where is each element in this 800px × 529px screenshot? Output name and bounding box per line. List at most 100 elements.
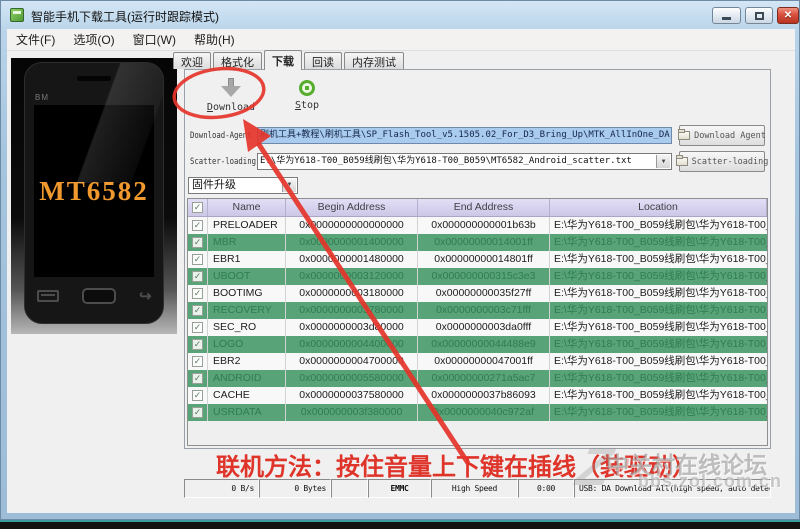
download-button[interactable]: Download xyxy=(199,78,263,113)
end-address: 0x000000000001b63b xyxy=(418,217,550,234)
table-row[interactable]: ✓ USRDATA 0x000000003f380000 0x000000004… xyxy=(188,404,767,421)
menu-file[interactable]: 文件(F) xyxy=(7,29,64,50)
table-row[interactable]: ✓ ANDROID 0x0000000005580000 0x000000002… xyxy=(188,370,767,387)
partition-location: E:\华为Y618-T00_B059线刷包\华为Y618-T00_B059\pr… xyxy=(554,219,767,231)
row-checkbox[interactable]: ✓ xyxy=(192,271,203,282)
column-header-name[interactable]: Name xyxy=(208,199,286,216)
tab-download[interactable]: 下载 xyxy=(264,50,302,70)
end-address: 0x00000000014001ff xyxy=(418,234,550,251)
download-arrow-icon xyxy=(221,78,241,98)
download-agent-button[interactable]: Download Agent xyxy=(678,125,766,146)
table-row[interactable]: ✓ SEC_RO 0x0000000003d80000 0x0000000003… xyxy=(188,319,767,336)
begin-address: 0x0000000003780000 xyxy=(286,302,418,319)
firmware-upgrade-value: 固件升级 xyxy=(192,179,236,191)
back-key-icon: ↩ xyxy=(138,288,152,305)
column-header-location[interactable]: Location xyxy=(550,199,767,216)
partition-table: ✓ Name Begin Address End Address Locatio… xyxy=(187,198,768,446)
begin-address: 0x0000000003120000 xyxy=(286,268,418,285)
end-address: 0x0000000003c71fff xyxy=(418,302,550,319)
end-address: 0x00000000271a5ac7 xyxy=(418,370,550,387)
begin-address: 0x0000000003180000 xyxy=(286,285,418,302)
end-address: 0x00000000014801ff xyxy=(418,251,550,268)
table-row[interactable]: ✓ LOGO 0x0000000004400000 0x000000000444… xyxy=(188,336,767,353)
menu-options[interactable]: 选项(O) xyxy=(64,29,123,50)
chevron-down-icon[interactable]: ▼ xyxy=(656,155,670,168)
begin-address: 0x0000000037580000 xyxy=(286,387,418,404)
row-checkbox[interactable]: ✓ xyxy=(192,254,203,265)
end-address: 0x0000000040c972af xyxy=(418,404,550,421)
partition-name: PRELOADER xyxy=(208,217,286,234)
table-row[interactable]: ✓ CACHE 0x0000000037580000 0x0000000037b… xyxy=(188,387,767,404)
row-checkbox[interactable]: ✓ xyxy=(192,390,203,401)
partition-location: E:\华为Y618-T00_B059线刷包\华为Y618-T00_B059\EB… xyxy=(554,253,767,265)
partition-location: E:\华为Y618-T00_B059线刷包\华为Y618-T00_B059\se… xyxy=(554,321,767,333)
home-key-icon xyxy=(81,288,116,304)
partition-name: BOOTIMG xyxy=(208,285,286,302)
select-all-checkbox[interactable]: ✓ xyxy=(188,199,208,216)
column-header-begin[interactable]: Begin Address xyxy=(286,199,418,216)
maximize-button[interactable] xyxy=(745,7,773,24)
end-address: 0x00000000047001ff xyxy=(418,353,550,370)
column-header-end[interactable]: End Address xyxy=(418,199,550,216)
close-button[interactable]: ✕ xyxy=(777,7,799,24)
row-checkbox[interactable]: ✓ xyxy=(192,407,203,418)
table-row[interactable]: ✓ BOOTIMG 0x0000000003180000 0x000000000… xyxy=(188,285,767,302)
row-checkbox[interactable]: ✓ xyxy=(192,220,203,231)
menu-help[interactable]: 帮助(H) xyxy=(185,29,244,50)
phone-body: BM MT6582 ↩ xyxy=(24,62,164,324)
table-row[interactable]: ✓ MBR 0x0000000001400000 0x0000000001400… xyxy=(188,234,767,251)
table-row[interactable]: ✓ UBOOT 0x0000000003120000 0x00000000031… xyxy=(188,268,767,285)
menu-window[interactable]: 窗口(W) xyxy=(124,29,185,50)
row-checkbox[interactable]: ✓ xyxy=(192,322,203,333)
row-checkbox[interactable]: ✓ xyxy=(192,356,203,367)
table-row[interactable]: ✓ RECOVERY 0x0000000003780000 0x00000000… xyxy=(188,302,767,319)
phone-gloss xyxy=(25,63,163,183)
download-button-label: Download xyxy=(206,102,256,113)
partition-location: E:\华为Y618-T00_B059线刷包\华为Y618-T00_B059\MB… xyxy=(554,236,767,248)
end-address: 0x00000000035f27ff xyxy=(418,285,550,302)
scatter-file-path: E:\华为Y618-T00_B059线刷包\华为Y618-T00_B059\MT… xyxy=(260,156,632,166)
partition-name: ANDROID xyxy=(208,370,286,387)
partition-location: E:\华为Y618-T00_B059线刷包\华为Y618-T00_B059\EB… xyxy=(554,355,767,367)
download-agent-field[interactable]: 刷机工具+教程\刷机工具\SP_Flash_Tool_v5.1505.02_Fo… xyxy=(257,127,672,144)
tab-bar: 欢迎 格式化 下载 回读 内存测试 xyxy=(173,50,406,70)
begin-address: 0x0000000004700000 xyxy=(286,353,418,370)
firmware-upgrade-select[interactable]: 固件升级 ▼ xyxy=(188,177,298,194)
tab-memory-test[interactable]: 内存测试 xyxy=(344,52,404,69)
end-address: 0x0000000003da0fff xyxy=(418,319,550,336)
partition-name: EBR1 xyxy=(208,251,286,268)
row-checkbox[interactable]: ✓ xyxy=(192,237,203,248)
table-row[interactable]: ✓ EBR1 0x0000000001480000 0x000000000148… xyxy=(188,251,767,268)
scatter-loading-button[interactable]: Scatter-loading xyxy=(675,151,768,172)
scatter-button-label: Scatter-loading xyxy=(691,156,769,167)
table-body: ✓ PRELOADER 0x0000000000000000 0x0000000… xyxy=(188,217,767,421)
table-row[interactable]: ✓ EBR2 0x0000000004700000 0x000000000470… xyxy=(188,353,767,370)
stop-button-label: Stop xyxy=(294,100,320,111)
annotation-text: 联机方法：按住音量上下键在插线（装驱动） xyxy=(216,455,696,481)
download-agent-button-label: Download Agent xyxy=(694,130,766,141)
tab-format[interactable]: 格式化 xyxy=(213,52,262,69)
row-checkbox[interactable]: ✓ xyxy=(192,288,203,299)
tab-readback[interactable]: 回读 xyxy=(304,52,342,69)
begin-address: 0x0000000004400000 xyxy=(286,336,418,353)
row-checkbox[interactable]: ✓ xyxy=(192,373,203,384)
partition-location: E:\华为Y618-T00_B059线刷包\华为Y618-T00_B059\sy… xyxy=(554,372,767,384)
begin-address: 0x000000003f380000 xyxy=(286,404,418,421)
stop-button[interactable]: Stop xyxy=(285,78,329,111)
minimize-button[interactable] xyxy=(712,7,741,24)
partition-name: MBR xyxy=(208,234,286,251)
tab-welcome[interactable]: 欢迎 xyxy=(173,52,211,69)
phone-keys: ↩ xyxy=(25,287,163,305)
end-address: 0x00000000044488e9 xyxy=(418,336,550,353)
close-icon: ✕ xyxy=(783,10,793,21)
app-window: 智能手机下载工具(运行时跟踪模式) ✕ 文件(F) 选项(O) 窗口(W) 帮助… xyxy=(0,0,800,520)
menu-bar: 文件(F) 选项(O) 窗口(W) 帮助(H) xyxy=(7,29,795,51)
table-header-row: ✓ Name Begin Address End Address Locatio… xyxy=(188,199,767,217)
table-row[interactable]: ✓ PRELOADER 0x0000000000000000 0x0000000… xyxy=(188,217,767,234)
scatter-file-combobox[interactable]: E:\华为Y618-T00_B059线刷包\华为Y618-T00_B059\MT… xyxy=(257,153,672,170)
download-agent-label: Download-Agent xyxy=(190,131,252,141)
chevron-down-icon[interactable]: ▼ xyxy=(282,179,296,192)
row-checkbox[interactable]: ✓ xyxy=(192,339,203,350)
partition-name: LOGO xyxy=(208,336,286,353)
row-checkbox[interactable]: ✓ xyxy=(192,305,203,316)
